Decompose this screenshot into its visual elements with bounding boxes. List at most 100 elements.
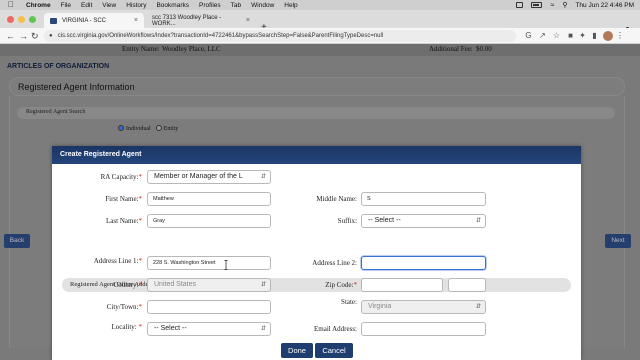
menu-help[interactable]: Help (284, 2, 297, 9)
address-line1-label: Address Line 1:* (93, 257, 142, 265)
entity-name-value: Woodley Place, LLC (162, 45, 221, 53)
ra-info-header: Registered Agent Information (9, 77, 625, 96)
menu-window[interactable]: Window (251, 2, 274, 9)
tab-title: VIRGINIA - SCC (62, 17, 107, 24)
apple-icon[interactable]:  (8, 1, 16, 9)
reload-icon[interactable]: ↻ (31, 30, 39, 42)
scc-favicon-icon (50, 17, 57, 24)
sidebar-icon[interactable]: ▮ (590, 31, 599, 40)
additional-fee-value: $0.00 (476, 45, 492, 53)
chevron-updown-icon: ⇵ (475, 304, 481, 310)
middle-name-label: Middle Name: (316, 195, 357, 203)
menu-edit[interactable]: Edit (81, 2, 92, 9)
browser-tab-strip: VIRGINIA - SCC × scc 7313 Woodley Place … (0, 10, 640, 33)
page-title: ARTICLES OF ORGANIZATION (7, 63, 110, 70)
spotlight-icon[interactable]: ⚲ (562, 1, 567, 9)
suffix-select[interactable]: -- Select -- ⇵ (361, 214, 486, 228)
menu-app-name[interactable]: Chrome (26, 2, 51, 9)
extension-icon[interactable]: ■ (566, 31, 575, 40)
menu-tab[interactable]: Tab (231, 2, 241, 9)
lock-icon[interactable]: ● (49, 33, 53, 39)
menu-file[interactable]: File (61, 2, 71, 9)
middle-name-field[interactable]: S (361, 192, 486, 206)
back-arrow-icon[interactable]: ← (6, 30, 15, 42)
zip-code-ext-field[interactable] (448, 278, 486, 292)
state-label: State: (341, 298, 357, 306)
first-name-field[interactable]: Matthew (147, 192, 271, 206)
city-label: City/Town:* (106, 303, 142, 311)
menu-view[interactable]: View (102, 2, 116, 9)
close-tab-icon[interactable]: × (246, 17, 250, 24)
menu-profiles[interactable]: Profiles (199, 2, 221, 9)
country-value: United States (154, 281, 197, 288)
puzzle-icon[interactable]: ✦ (578, 31, 587, 40)
entity-info-row: Entity Name: Woodley Place, LLC Addition… (80, 44, 640, 56)
screen-record-icon[interactable] (516, 2, 524, 8)
country-select[interactable]: United States ⇵ (147, 278, 271, 292)
ra-capacity-select[interactable]: Member or Manager of the L ⇵ (147, 170, 271, 184)
email-label: Email Address: (314, 325, 357, 333)
text-cursor-icon (224, 260, 228, 270)
zip-code-field[interactable] (361, 278, 443, 292)
zoom-window-icon[interactable] (29, 16, 36, 23)
address-bar[interactable]: ● cis.scc.virginia.gov/OnlineWorkflows/I… (44, 30, 516, 42)
chevron-updown-icon: ⇵ (260, 174, 266, 180)
state-select[interactable]: Virginia ⇵ (361, 300, 486, 314)
radio-entity[interactable]: Entity (155, 125, 179, 132)
modal-header: Create Registered Agent (52, 146, 581, 164)
chevron-updown-icon: ⇵ (475, 218, 481, 224)
menu-clock[interactable]: Thu Jun 22 4:46 PM (575, 2, 634, 9)
radio-entity-label: Entity (163, 126, 179, 132)
tab-title: scc 7313 Woodley Place - WORK... (152, 14, 222, 27)
city-field[interactable] (147, 300, 271, 314)
macos-menu-bar:  Chrome File Edit View History Bookmark… (0, 0, 640, 10)
profile-avatar[interactable] (603, 31, 613, 41)
ra-type-radio-group: Individual Entity (118, 125, 178, 132)
first-name-label: First Name:* (105, 195, 142, 203)
browser-toolbar: ← → ↻ ● cis.scc.virginia.gov/OnlineWorkf… (0, 28, 640, 44)
done-button[interactable]: Done (281, 343, 313, 358)
locality-value: -- Select -- (154, 325, 187, 332)
page-content: Entity Name: Woodley Place, LLC Addition… (0, 44, 640, 360)
next-button[interactable]: Next (605, 234, 631, 248)
radio-selected-icon[interactable] (118, 125, 124, 131)
locality-select[interactable]: -- Select -- ⇵ (147, 322, 271, 336)
bookmark-star-icon[interactable]: ☆ (552, 31, 561, 40)
additional-fee-label: Additional Fee: (429, 45, 473, 53)
forward-arrow-icon[interactable]: → (19, 30, 28, 42)
radio-unselected-icon[interactable] (155, 125, 162, 131)
ra-capacity-value: Member or Manager of the L (154, 173, 243, 180)
url-text: cis.scc.virginia.gov/OnlineWorkflows/Ind… (57, 33, 384, 39)
radio-individual-label: Individual (126, 126, 151, 132)
suffix-label: Suffix: (337, 217, 357, 225)
modal-title: Create Registered Agent (60, 151, 142, 158)
share-icon[interactable]: ↗ (538, 31, 547, 40)
last-name-field[interactable]: Gray (147, 214, 271, 228)
tab-woodley-place[interactable]: scc 7313 Woodley Place - WORK... × (146, 13, 256, 28)
minimize-window-icon[interactable] (18, 16, 25, 23)
last-name-label: Last Name:* (106, 217, 142, 225)
wifi-icon[interactable]: ≈ (550, 2, 554, 9)
ra-search-header: Registered Agent Search (17, 107, 615, 119)
chevron-updown-icon: ⇵ (260, 282, 266, 288)
state-value: Virginia (368, 303, 392, 310)
chevron-updown-icon: ⇵ (260, 326, 266, 332)
address-line2-field[interactable] (361, 256, 486, 270)
back-button[interactable]: Back (4, 234, 30, 248)
country-label: Country:* (113, 281, 142, 289)
radio-individual[interactable]: Individual (118, 125, 151, 132)
close-tab-icon[interactable]: × (134, 17, 138, 24)
zip-code-label: Zip Code:* (325, 281, 357, 289)
cancel-button[interactable]: Cancel (315, 343, 353, 358)
more-menu-icon[interactable]: ⋮ (616, 32, 624, 40)
battery-icon[interactable] (531, 2, 543, 8)
tab-virginia-scc[interactable]: VIRGINIA - SCC × (44, 13, 144, 28)
address-line1-field[interactable]: 228 S. Washington Street (147, 256, 271, 270)
locality-label: Locality: * (111, 323, 142, 331)
menu-bookmarks[interactable]: Bookmarks (156, 2, 189, 9)
menu-history[interactable]: History (126, 2, 146, 9)
google-lens-icon[interactable]: G (524, 31, 533, 40)
email-field[interactable] (361, 322, 486, 336)
close-window-icon[interactable] (7, 16, 14, 23)
ra-capacity-label: RA Capacity:* (100, 173, 142, 181)
